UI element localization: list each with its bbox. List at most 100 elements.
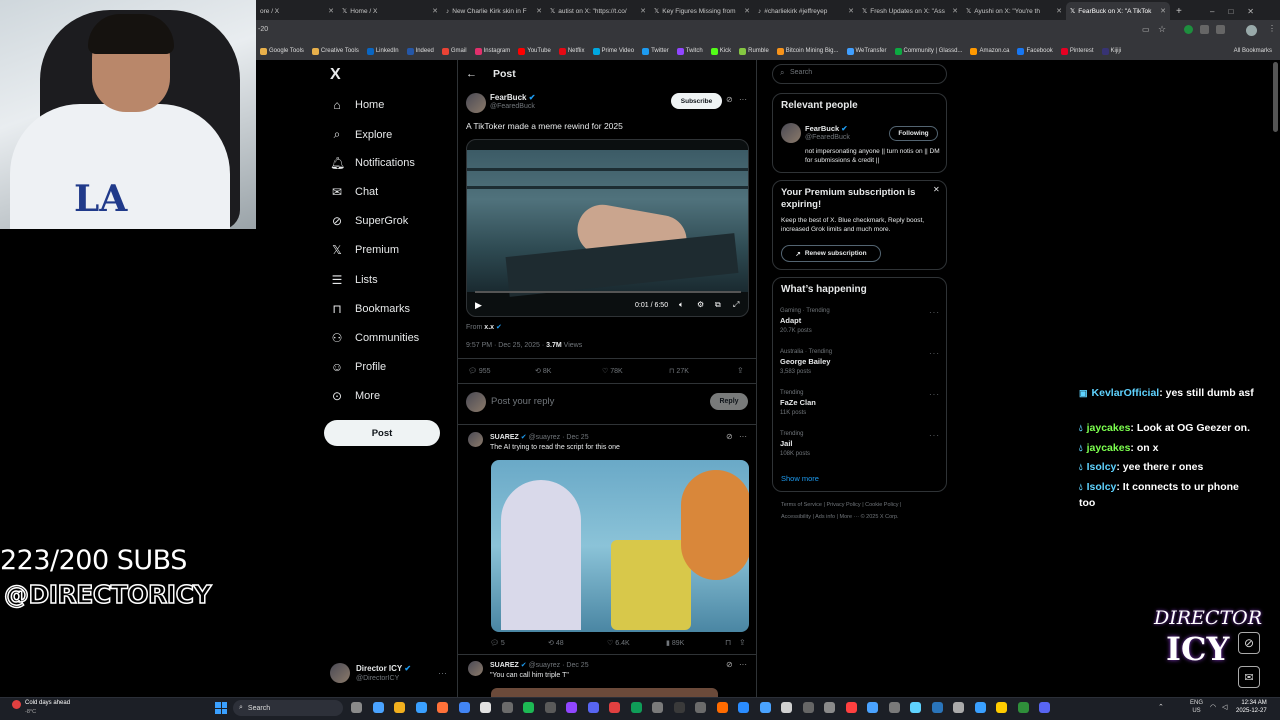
wifi-icon[interactable]: ◠ <box>1210 703 1216 711</box>
close-icon[interactable]: ✕ <box>328 7 334 15</box>
taskbar-app-icon[interactable] <box>630 702 642 713</box>
reply-avatar[interactable] <box>468 661 483 676</box>
taskbar-app-icon[interactable] <box>802 702 814 713</box>
video-player[interactable]: ▶ 0:01 / 6:50 🔈︎ ⚙ ⧉ ⤢ <box>466 139 749 317</box>
video-progress[interactable] <box>475 291 741 293</box>
taskbar-app-icon[interactable] <box>437 702 448 713</box>
bookmark-item[interactable]: LinkedIn <box>366 47 399 55</box>
sidebar-item-communities[interactable]: ⚇ Communities <box>330 331 420 345</box>
taskbar-app-icon[interactable] <box>652 702 663 713</box>
reply-media[interactable] <box>491 460 749 632</box>
play-icon[interactable]: ▶ <box>475 300 482 311</box>
sidebar-item-more[interactable]: ⊙ More <box>330 389 380 403</box>
address-bar[interactable]: -20 ▭ ☆ ⋮ <box>256 20 1280 42</box>
reply-button[interactable]: Reply <box>710 393 748 410</box>
extension-icon[interactable] <box>1216 25 1225 34</box>
browser-tab[interactable]: 𝕏 Fresh Updates on X: "Ass ✕ <box>858 2 962 20</box>
back-arrow-icon[interactable]: ← <box>466 68 477 80</box>
subscribe-button[interactable]: Subscribe <box>671 93 722 109</box>
bookmark-item[interactable]: Pinterest <box>1060 47 1094 55</box>
bookmark-item[interactable]: Prime Video <box>592 47 634 55</box>
taskbar-app-icon[interactable] <box>888 702 900 713</box>
weather-title[interactable]: Cold days ahead <box>25 700 70 706</box>
footer-links[interactable]: Accessibility | Ads info | More ··· © 20… <box>781 514 899 520</box>
taskbar-app-icon[interactable] <box>845 702 857 713</box>
taskbar-app-icon[interactable] <box>587 702 599 713</box>
sidebar-item-profile[interactable]: ☺ Profile <box>330 360 386 374</box>
sidebar-item-lists[interactable]: ☰ Lists <box>330 273 378 287</box>
taskbar-search[interactable]: ⌕ Search <box>233 700 343 716</box>
bookmark-item[interactable]: Creative Tools <box>311 47 359 55</box>
reply-stat[interactable]: 💬︎ 955 <box>468 367 491 375</box>
chat-username[interactable]: KevlarOfficial <box>1092 387 1160 399</box>
taskbar-app-icon[interactable] <box>673 702 685 713</box>
taskbar-app-icon[interactable] <box>738 702 749 713</box>
taskbar-app-icon[interactable] <box>480 702 491 713</box>
speaker-icon[interactable]: ◁ <box>1222 703 1227 711</box>
share-icon[interactable]: ⇪ <box>739 638 746 647</box>
extension-icon[interactable] <box>1200 25 1209 34</box>
taskbar-app-icon[interactable] <box>996 702 1007 713</box>
windows-start-icon[interactable] <box>215 702 227 714</box>
mail-icon[interactable]: ✉ <box>1238 666 1260 688</box>
trend-item[interactable]: Trending FaZe Clan 11K posts <box>780 389 816 417</box>
sidebar-item-bookmarks[interactable]: ⊓ Bookmarks <box>330 302 410 316</box>
taskbar-app-icon[interactable] <box>394 702 405 713</box>
following-button[interactable]: Following <box>889 126 938 141</box>
address-text[interactable]: -20 <box>258 26 268 33</box>
repost-stat[interactable]: ⟲ 48 <box>548 639 564 647</box>
fullscreen-icon[interactable]: ⤢ <box>733 300 739 310</box>
close-icon[interactable]: ✕ <box>640 7 646 15</box>
browser-tab[interactable]: 𝕏 Key Figures Missing from ✕ <box>650 2 754 20</box>
reply-stat[interactable]: 💬︎ 5 <box>490 639 505 647</box>
profile-avatar[interactable] <box>1246 25 1257 36</box>
browser-tab[interactable]: ore / X ✕ <box>256 2 338 20</box>
bookmark-item[interactable]: Facebook <box>1017 47 1053 55</box>
taskbar-app-icon[interactable] <box>501 702 513 713</box>
browser-tab[interactable]: ♪ #charliekirk #jeffreyep ✕ <box>754 2 858 20</box>
bookmark-item[interactable]: Twitch <box>676 47 703 55</box>
taskbar-app-icon[interactable] <box>716 702 728 713</box>
timestamp[interactable]: 9:57 PM · Dec 25, 2025 · <box>466 342 546 349</box>
close-icon[interactable]: ✕ <box>933 185 940 194</box>
grok-icon[interactable]: ⊘ <box>726 432 733 441</box>
tray-chevron-icon[interactable]: ⌃ <box>1158 703 1164 711</box>
bookmark-item[interactable]: Netflix <box>558 47 585 55</box>
account-name[interactable]: Director ICY ✔ <box>356 664 411 673</box>
taskbar-app-icon[interactable] <box>695 702 706 713</box>
more-icon[interactable]: ··· <box>739 95 747 104</box>
close-icon[interactable]: ✕ <box>848 7 854 15</box>
taskbar-app-icon[interactable] <box>1039 702 1050 713</box>
more-icon[interactable]: ··· <box>438 668 447 678</box>
taskbar-app-icon[interactable] <box>953 702 964 713</box>
more-icon[interactable]: ··· <box>739 660 747 669</box>
bookmark-item[interactable]: Community | Glassd... <box>894 47 962 55</box>
reply-input[interactable]: Post your reply <box>491 396 554 407</box>
x-logo[interactable]: X <box>330 66 341 84</box>
taskbar-app-icon[interactable] <box>372 702 384 713</box>
bookmark-item[interactable]: Twitter <box>642 47 669 55</box>
scrollbar-thumb[interactable] <box>1273 62 1278 132</box>
sidebar-item-premium[interactable]: 𝕏 Premium <box>330 243 399 257</box>
repost-stat[interactable]: ⟲ 8K <box>535 367 551 375</box>
taskbar-app-icon[interactable] <box>974 702 986 713</box>
author-avatar[interactable] <box>466 93 486 113</box>
close-icon[interactable]: ✕ <box>432 7 438 15</box>
bookmark-item[interactable]: Kick <box>710 47 731 55</box>
browser-tab[interactable]: 𝕏autist on X: "https://t.co/ ✕ <box>546 2 650 20</box>
reply-avatar[interactable] <box>468 432 483 447</box>
show-more-link[interactable]: Show more <box>781 474 819 483</box>
taskbar-app-icon[interactable] <box>1017 702 1029 713</box>
search-input[interactable]: ⌕ Search <box>772 64 947 84</box>
reply-author[interactable]: SUAREZ <box>490 662 519 669</box>
sidebar-item-home[interactable]: ⌂ Home <box>330 98 384 112</box>
star-icon[interactable]: ☆ <box>1158 24 1166 35</box>
more-icon[interactable]: ··· <box>929 431 940 440</box>
trend-item[interactable]: Australia · Trending George Bailey 3,583 p… <box>780 348 832 376</box>
grok-icon[interactable]: ⊘ <box>1238 632 1260 654</box>
bookmark-item[interactable]: Bitcoin Mining Big... <box>776 47 839 55</box>
new-tab-button[interactable]: + <box>1172 2 1186 20</box>
browser-tab-active[interactable]: 𝕏 FearBuck on X: "A TikTok ✕ <box>1066 2 1170 20</box>
renew-subscription-button[interactable]: ↗ Renew subscription <box>781 245 881 262</box>
clock[interactable]: 12:34 AM 2025-12-27 <box>1236 700 1267 716</box>
